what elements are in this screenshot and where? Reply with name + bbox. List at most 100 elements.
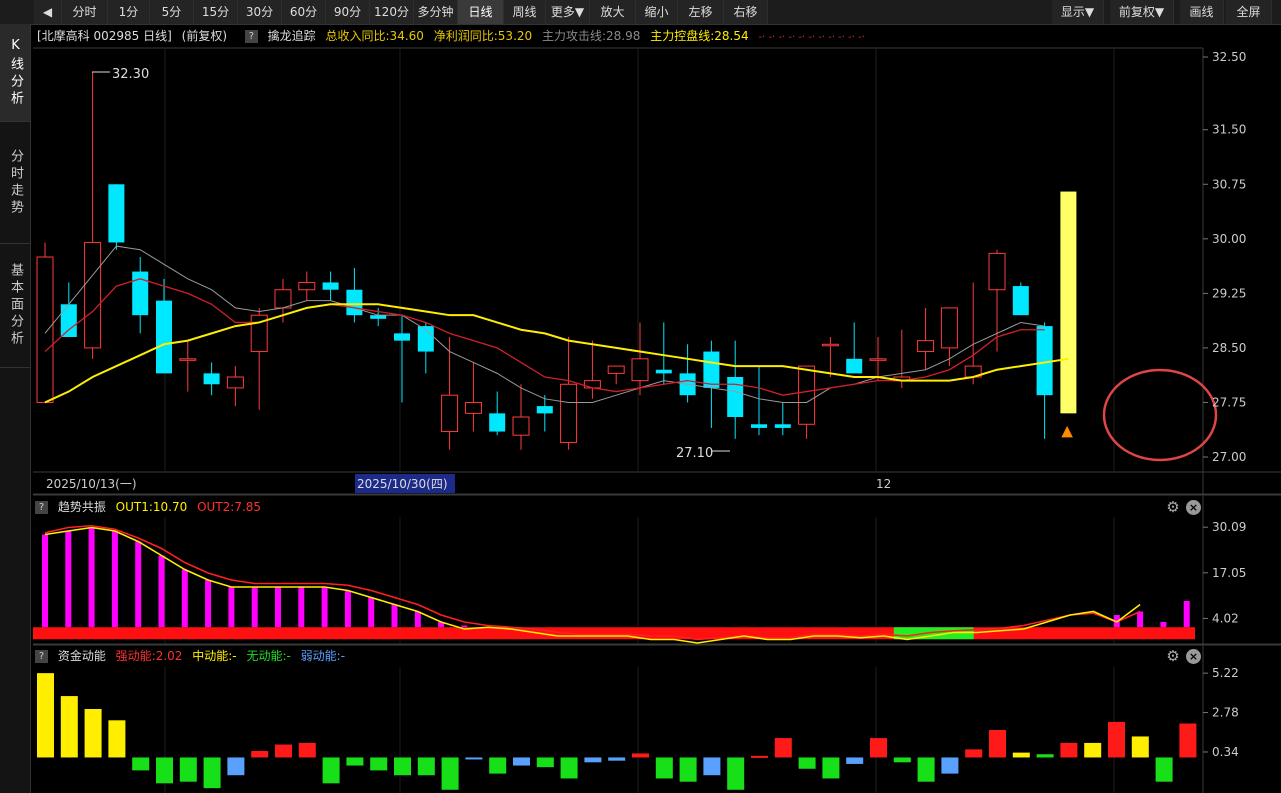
trend-panel-chart: 30.09 17.05 4.02 [33, 520, 1246, 644]
trend-tick-label: 30.09 [1212, 520, 1246, 534]
candle-body [203, 373, 220, 385]
money-bar [156, 757, 173, 784]
money-bar [608, 757, 626, 761]
candle-body [226, 376, 244, 389]
money-bar [441, 757, 459, 790]
candle-body [1012, 286, 1029, 316]
money-bar [417, 757, 435, 776]
price-tick-label: 32.50 [1212, 50, 1246, 64]
money-bar [179, 757, 197, 782]
candle-body [346, 289, 363, 316]
money-bar [846, 757, 864, 764]
candlesticks: ▲ [36, 71, 1218, 462]
rocket-icon: ▲ [1061, 421, 1073, 439]
candle-body [394, 333, 410, 341]
candle-body [821, 343, 839, 347]
money-bar [394, 757, 411, 776]
trend-bar [135, 541, 142, 628]
candle-body [798, 365, 816, 425]
trend-bar [88, 527, 95, 628]
signal-highlight-bar [1060, 191, 1077, 414]
date-label-1: 2025/10/13(一) [46, 477, 137, 491]
strong-momentum: 强动能:2.02 [115, 649, 183, 663]
money-bar [751, 755, 768, 758]
money-bar [1084, 742, 1102, 758]
candle-body [156, 300, 172, 374]
money-bar [870, 738, 887, 758]
trend-bar [251, 587, 258, 628]
kline-chart[interactable]: ▲ 32.50 31.50 30.75 30.00 29.25 28.50 27.75 27.… [0, 0, 1281, 793]
candle-body [108, 184, 125, 243]
trend-bar [461, 625, 468, 628]
trend-bar [65, 531, 72, 628]
low-price-label: 27.10 [676, 446, 713, 461]
price-tick-label: 29.25 [1212, 286, 1246, 300]
candle-body [751, 424, 767, 428]
trend-panel-title[interactable]: 趋势共振 [58, 500, 106, 514]
no-momentum: 无动能:- [246, 649, 291, 663]
money-bar [60, 696, 78, 758]
candle-body [179, 358, 197, 361]
price-tick-label: 30.75 [1212, 177, 1246, 191]
candle-body [370, 315, 387, 319]
candle-body [655, 369, 672, 374]
money-bar [560, 757, 578, 779]
money-bar [203, 757, 221, 789]
money-bar [465, 757, 483, 760]
weak-momentum: 弱动能:- [300, 649, 346, 663]
money-bar [1155, 757, 1173, 782]
money-bar [37, 673, 54, 758]
money-bar [108, 720, 126, 758]
money-bar [1179, 723, 1197, 758]
date-label-3: 12 [876, 477, 891, 491]
money-bar [917, 757, 935, 782]
money-panel-title[interactable]: 资金动能 [58, 649, 106, 663]
out2-value: OUT2:7.85 [197, 500, 262, 514]
price-tick-label: 31.50 [1212, 123, 1246, 137]
money-bar [965, 749, 983, 758]
trend-bar [228, 587, 235, 628]
money-bar [703, 757, 721, 776]
money-bar [679, 757, 697, 782]
help-icon[interactable]: ? [35, 501, 48, 514]
candle-body [84, 241, 102, 349]
price-tick-label: 28.50 [1212, 341, 1246, 355]
money-panel-header: ? 资金动能 强动能:2.02 中动能:- 无动能:- 弱动能:- [31, 646, 351, 666]
money-bar [275, 744, 292, 758]
trend-bar [368, 597, 375, 628]
candle-body [489, 413, 506, 432]
trend-tick-label: 4.02 [1212, 611, 1239, 625]
candle-body [132, 271, 149, 316]
money-bar [774, 738, 792, 758]
gear-icon[interactable]: ⚙ [1165, 499, 1181, 515]
candle-body [36, 256, 54, 403]
close-icon[interactable]: × [1186, 500, 1201, 515]
candle-body [441, 394, 459, 433]
candle-body [631, 358, 649, 382]
close-icon[interactable]: × [1186, 649, 1201, 664]
candle-body [607, 365, 625, 374]
candle-body [774, 424, 791, 428]
money-tick-label: 2.78 [1212, 706, 1239, 720]
candle-body [464, 401, 482, 414]
help-icon[interactable]: ? [35, 650, 48, 663]
gear-icon[interactable]: ⚙ [1165, 648, 1181, 664]
trend-bar [158, 555, 165, 628]
trend-bar [205, 580, 212, 628]
money-bar [798, 757, 816, 769]
price-tick-label: 27.75 [1212, 395, 1246, 409]
money-bar [1131, 736, 1149, 758]
money-bar [989, 730, 1006, 758]
money-bar [132, 757, 150, 771]
trend-bar [42, 534, 48, 628]
money-bar [370, 757, 388, 771]
money-bar [1108, 721, 1125, 758]
candle-body [560, 383, 578, 443]
candle-body [298, 281, 316, 291]
highlight-circle [1102, 368, 1218, 462]
candle-body [512, 416, 530, 436]
trend-bar [111, 531, 118, 628]
money-bar [227, 757, 245, 776]
trend-bar [275, 587, 281, 628]
grid-lines [33, 47, 1281, 793]
